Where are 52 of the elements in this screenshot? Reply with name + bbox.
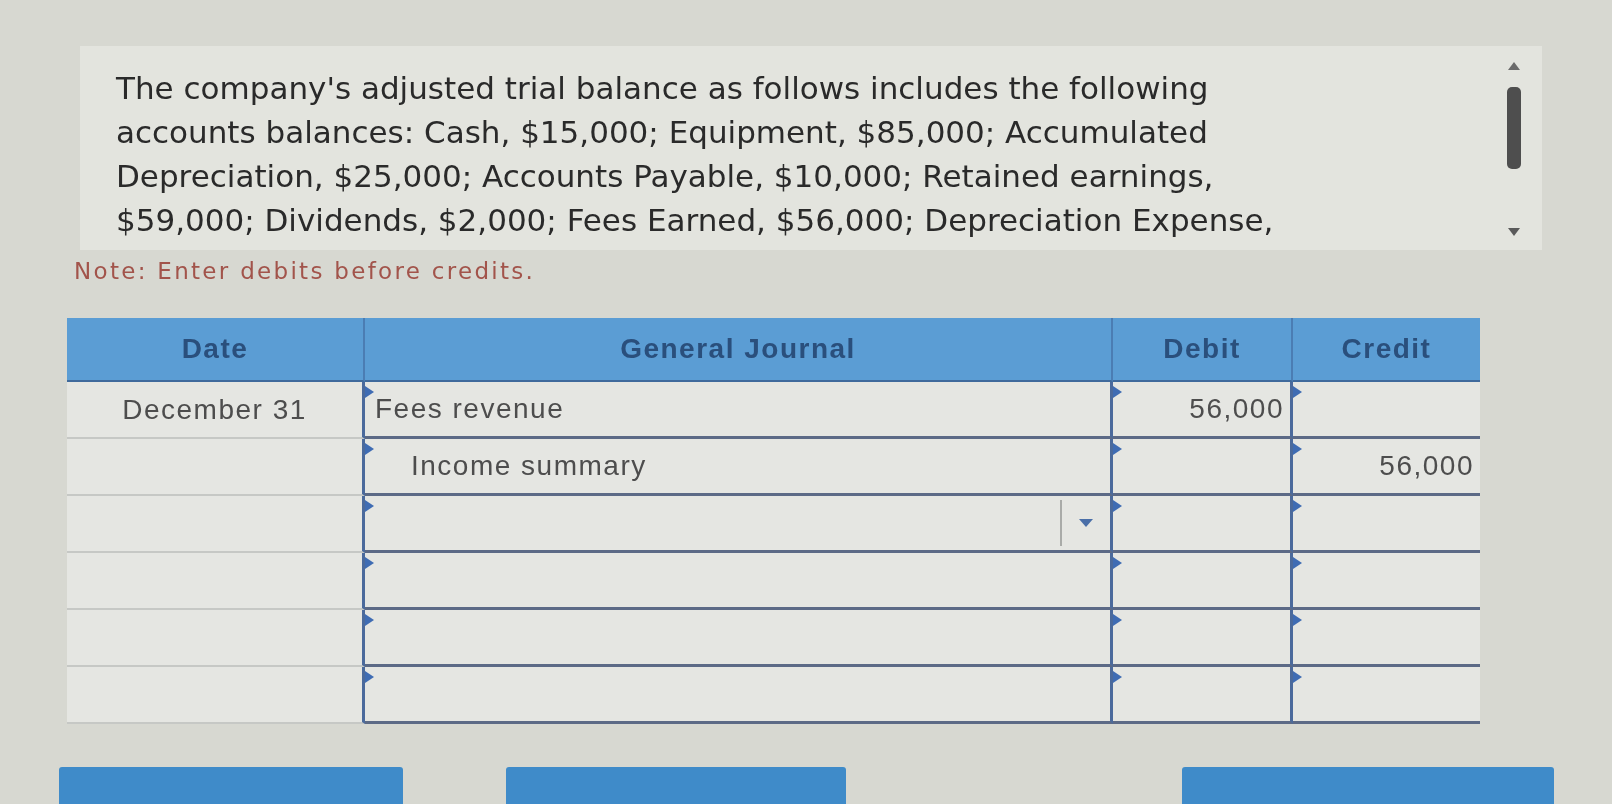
scrollbar-thumb[interactable] [1507,87,1521,169]
scroll-up-icon[interactable] [1508,62,1520,70]
triangle-marker-icon [1113,443,1122,455]
triangle-marker-icon [1293,614,1302,626]
triangle-marker-icon [365,443,374,455]
account-field[interactable]: Income summary [365,439,1113,496]
triangle-marker-icon [365,386,374,398]
account-field[interactable] [365,553,1113,610]
credit-field[interactable] [1293,553,1480,610]
problem-text: The company's adjusted trial balance as follows includes the following accounts balances: Cash, $15,000; Equipment, $85,000; Accumulated Depreciation, $25,000; Accounts Payable, $10,000; Retained earnings, $59,000; Dividends, $2,000; Fees Earned, $56,000; Depreciation Expense, [116,69,1275,240]
column-header: Credit [1293,318,1480,382]
debit-field[interactable] [1113,496,1293,553]
triangle-marker-icon [1293,443,1302,455]
date-cell[interactable] [67,553,365,610]
triangle-marker-icon [1113,500,1122,512]
debit-field[interactable] [1113,553,1293,610]
triangle-marker-icon [365,671,374,683]
credit-field[interactable]: 56,000 [1293,439,1480,496]
date-cell[interactable]: December 31 [67,382,365,439]
account-field[interactable] [365,610,1113,667]
scroll-down-icon[interactable] [1508,228,1520,236]
column-header: Date [67,318,365,382]
triangle-marker-icon [1293,557,1302,569]
date-cell[interactable] [67,610,365,667]
credit-field[interactable] [1293,496,1480,553]
triangle-marker-icon [1113,557,1122,569]
triangle-marker-icon [1113,671,1122,683]
triangle-marker-icon [1293,500,1302,512]
debit-field[interactable] [1113,610,1293,667]
triangle-marker-icon [365,557,374,569]
debit-field[interactable] [1113,439,1293,496]
debit-field[interactable] [1113,667,1293,724]
triangle-marker-icon [365,500,374,512]
account-field[interactable] [365,496,1113,553]
credit-field[interactable] [1293,382,1480,439]
account-field[interactable] [365,667,1113,724]
triangle-marker-icon [1293,671,1302,683]
triangle-marker-icon [1293,386,1302,398]
triangle-marker-icon [365,614,374,626]
column-header: Debit [1113,318,1293,382]
date-cell[interactable] [67,667,365,724]
triangle-marker-icon [1113,386,1122,398]
column-header: General Journal [365,318,1113,382]
credit-field[interactable] [1293,667,1480,724]
account-field[interactable]: Fees revenue [365,382,1113,439]
debit-field[interactable]: 56,000 [1113,382,1293,439]
credit-field[interactable] [1293,610,1480,667]
caret-icon[interactable] [1079,519,1093,527]
date-cell[interactable] [67,496,365,553]
note-text: Note: Enter debits before credits. [74,258,536,284]
date-cell[interactable] [67,439,365,496]
triangle-marker-icon [1113,614,1122,626]
